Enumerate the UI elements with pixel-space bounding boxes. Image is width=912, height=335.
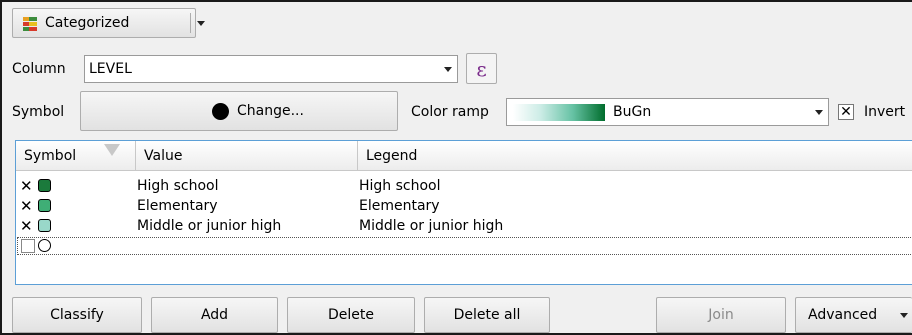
header-symbol[interactable]: Symbol xyxy=(16,141,136,171)
circle-symbol-icon xyxy=(212,103,229,120)
change-symbol-label: Change... xyxy=(237,103,304,119)
invert-checkbox[interactable]: ✕ xyxy=(838,104,854,120)
category-swatch[interactable] xyxy=(38,219,51,232)
sort-indicator-icon xyxy=(104,144,120,156)
renderer-type-combo[interactable]: Categorized xyxy=(12,8,205,38)
header-value[interactable]: Value xyxy=(136,141,358,171)
category-swatch[interactable] xyxy=(38,179,51,192)
column-combo[interactable]: LEVEL xyxy=(84,55,458,83)
advanced-button[interactable]: Advanced xyxy=(795,297,912,333)
color-ramp-label: Color ramp xyxy=(411,104,489,120)
row-checked-icon[interactable]: ✕ xyxy=(20,198,34,214)
add-button[interactable]: Add xyxy=(151,297,278,333)
expression-button[interactable]: ε xyxy=(466,53,497,84)
row-value: Middle or junior high xyxy=(137,218,282,234)
table-row[interactable]: ✕ Middle or junior high Middle or junior… xyxy=(18,218,912,234)
row-checked-icon[interactable]: ✕ xyxy=(20,218,34,234)
epsilon-icon: ε xyxy=(476,56,487,81)
category-swatch[interactable] xyxy=(38,199,51,212)
categories-table[interactable]: Symbol Value Legend ✕ High school High s… xyxy=(15,140,912,285)
row-legend: High school xyxy=(359,178,441,194)
invert-label: Invert xyxy=(864,104,906,120)
classify-button[interactable]: Classify xyxy=(12,297,142,333)
delete-all-button[interactable]: Delete all xyxy=(424,297,550,333)
chevron-down-icon xyxy=(900,313,908,318)
row-value: High school xyxy=(137,178,219,194)
renderer-type-divider xyxy=(190,13,191,33)
table-header: Symbol Value Legend xyxy=(16,141,912,171)
table-row[interactable]: ✕ Elementary Elementary xyxy=(18,198,912,214)
categorized-renderer-icon xyxy=(22,16,38,32)
table-row[interactable]: ✕ High school High school xyxy=(18,178,912,194)
symbol-label: Symbol xyxy=(12,104,65,120)
row-legend: Middle or junior high xyxy=(359,218,504,234)
color-ramp-value: BuGn xyxy=(613,104,652,120)
table-row[interactable] xyxy=(17,237,912,255)
header-legend[interactable]: Legend xyxy=(358,141,912,171)
row-checked-icon[interactable]: ✕ xyxy=(20,178,34,194)
category-swatch[interactable] xyxy=(38,239,51,252)
column-label: Column xyxy=(12,61,66,77)
row-value: Elementary xyxy=(137,198,218,214)
row-unchecked-box[interactable] xyxy=(21,239,35,253)
delete-button[interactable]: Delete xyxy=(287,297,415,333)
column-value: LEVEL xyxy=(89,61,132,77)
chevron-down-icon xyxy=(197,21,205,26)
row-legend: Elementary xyxy=(359,198,440,214)
join-button[interactable]: Join xyxy=(656,297,786,333)
change-symbol-button[interactable]: Change... xyxy=(80,91,398,131)
chevron-down-icon xyxy=(439,56,457,82)
color-ramp-preview xyxy=(513,104,605,121)
color-ramp-combo[interactable]: BuGn xyxy=(506,98,829,126)
chevron-down-icon xyxy=(810,99,828,125)
renderer-type-label: Categorized xyxy=(45,15,130,31)
